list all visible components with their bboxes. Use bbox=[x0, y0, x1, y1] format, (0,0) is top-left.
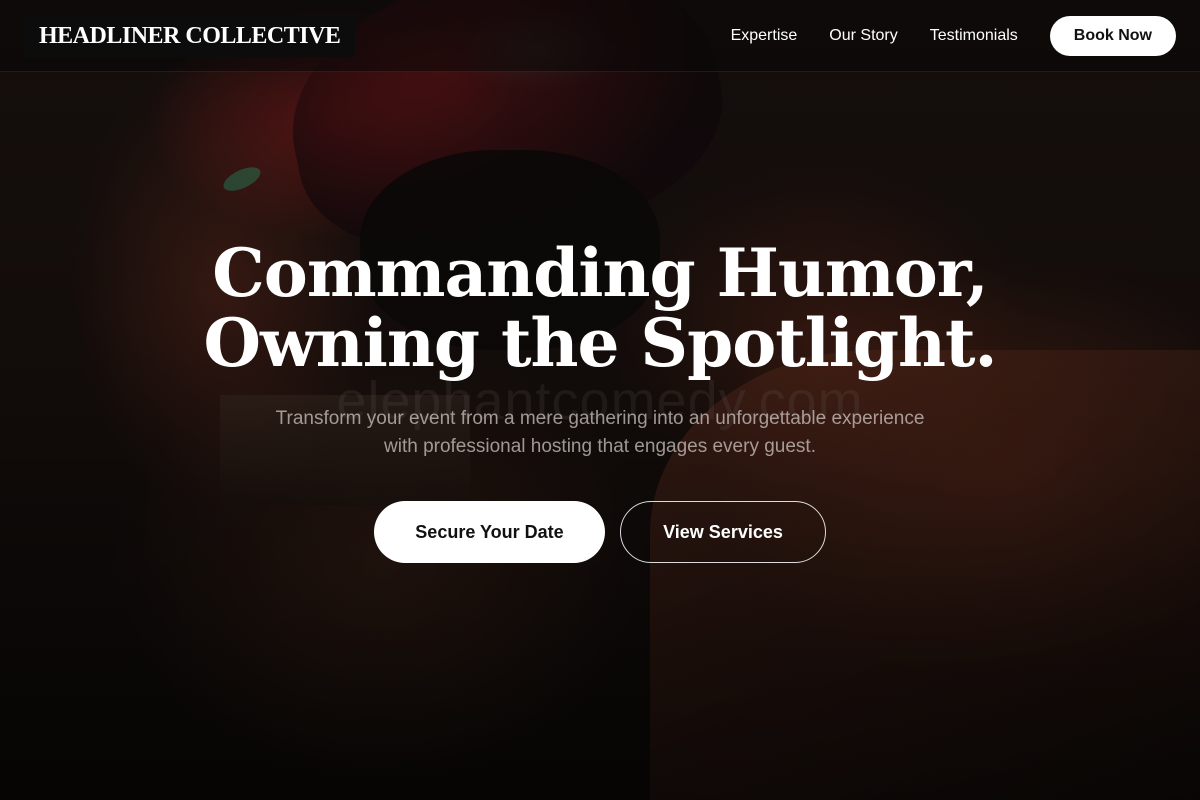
hero-title: Commanding Humor, Owning the Spotlight. bbox=[0, 238, 1200, 378]
brand-logo[interactable]: HEADLINER COLLECTIVE bbox=[24, 15, 356, 57]
view-services-button[interactable]: View Services bbox=[620, 501, 826, 563]
hero-title-line-2: Owning the Spotlight. bbox=[203, 304, 998, 382]
nav-links: Expertise Our Story Testimonials Book No… bbox=[731, 16, 1176, 56]
secure-your-date-button[interactable]: Secure Your Date bbox=[374, 501, 605, 563]
hero-subtitle: Transform your event from a mere gatheri… bbox=[275, 408, 925, 457]
nav-link-expertise[interactable]: Expertise bbox=[731, 16, 798, 56]
nav-link-testimonials[interactable]: Testimonials bbox=[930, 16, 1018, 56]
navbar: HEADLINER COLLECTIVE Expertise Our Story… bbox=[0, 0, 1200, 72]
nav-link-our-story[interactable]: Our Story bbox=[829, 16, 897, 56]
book-now-button[interactable]: Book Now bbox=[1049, 16, 1176, 56]
hero-title-line-1: Commanding Humor, bbox=[212, 234, 988, 312]
hero-background-image: elephantcomedy.com bbox=[0, 0, 1200, 800]
